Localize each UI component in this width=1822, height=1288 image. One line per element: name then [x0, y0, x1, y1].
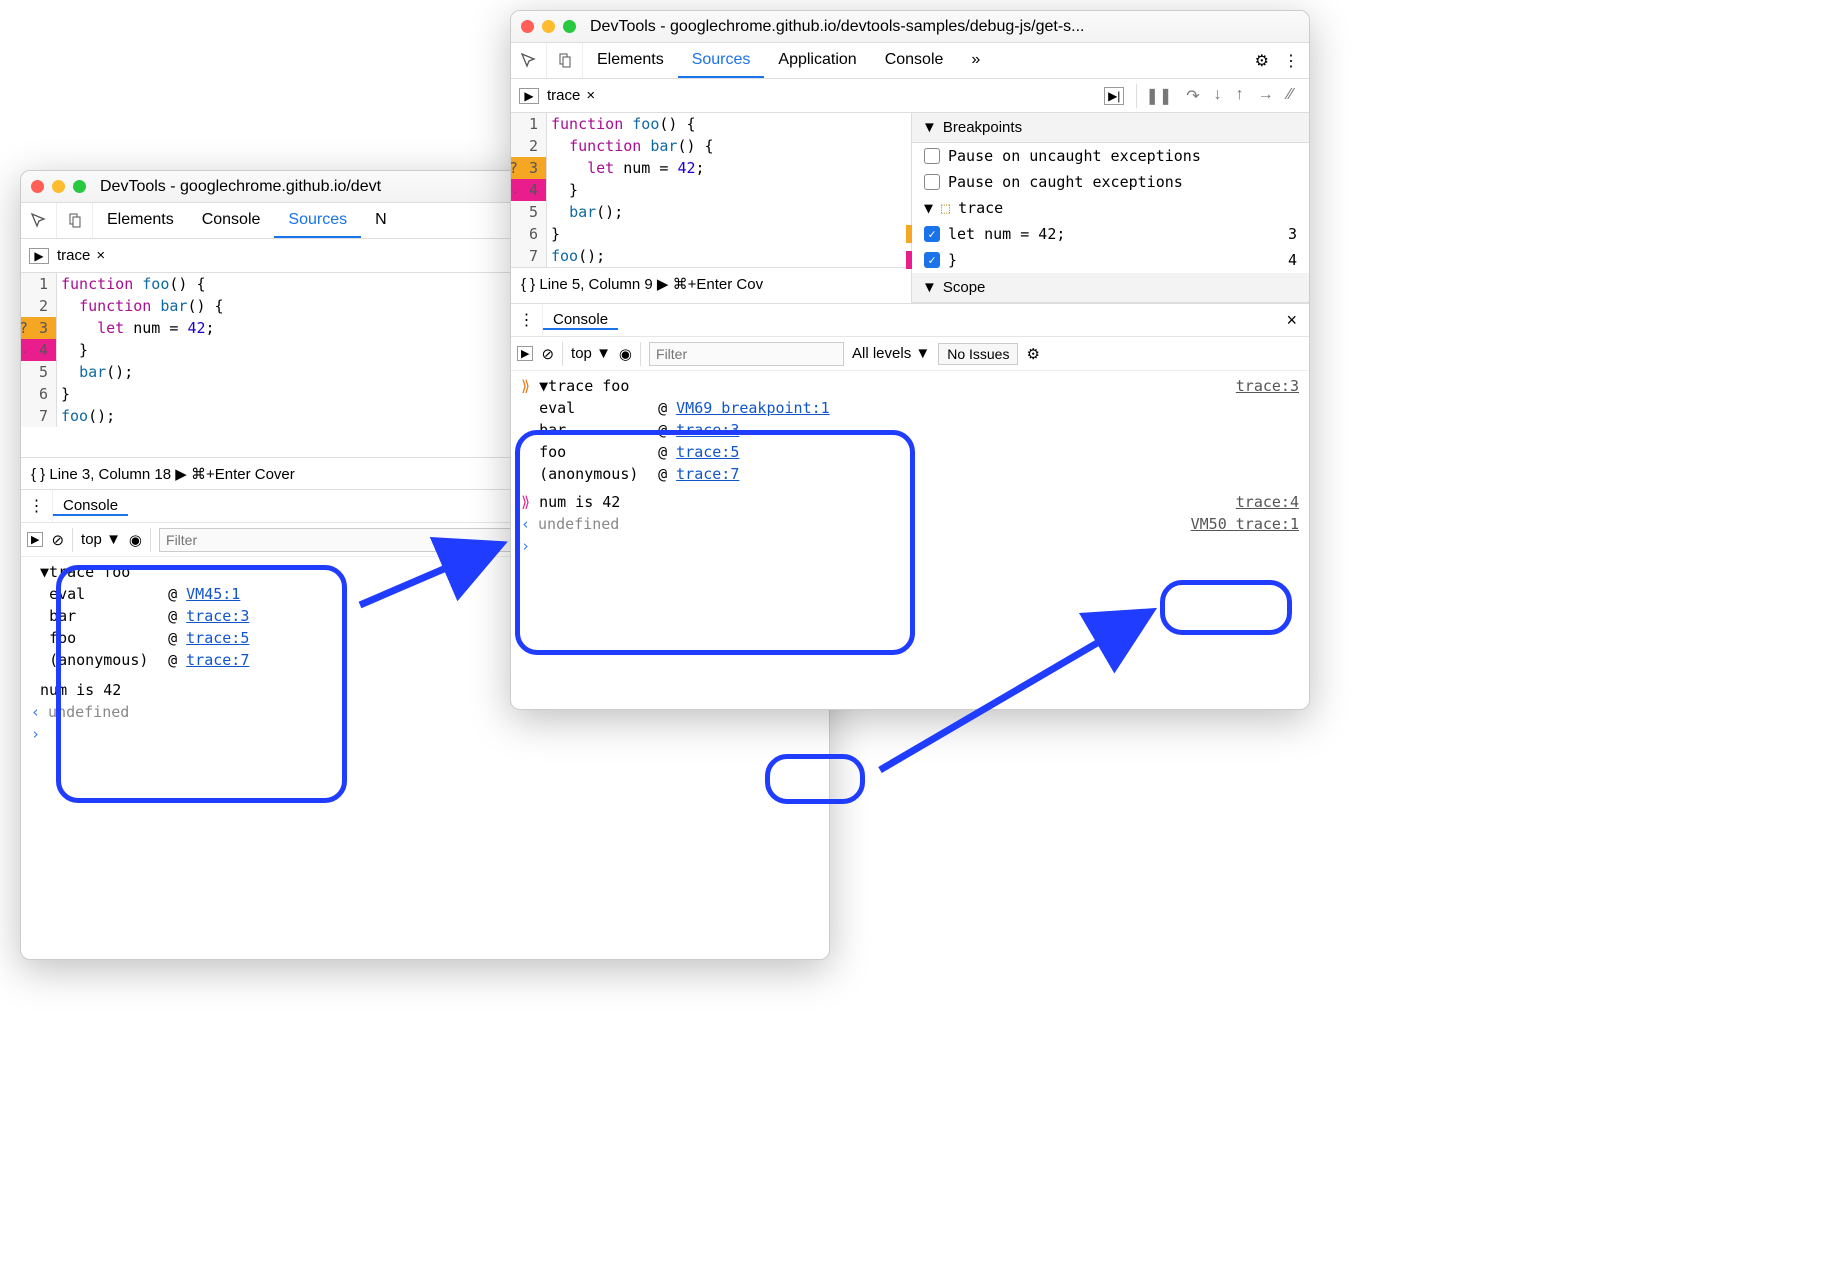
- console-prompt[interactable]: ›: [521, 535, 1299, 557]
- step-icon[interactable]: →: [1258, 86, 1274, 106]
- tab-elements[interactable]: Elements: [583, 43, 678, 78]
- tab-console[interactable]: Console: [188, 203, 275, 238]
- more-tabs[interactable]: »: [957, 43, 994, 78]
- device-icon[interactable]: [547, 43, 583, 78]
- device-icon[interactable]: [57, 203, 93, 238]
- close-drawer-icon[interactable]: ×: [1286, 310, 1309, 331]
- link[interactable]: VM69 breakpoint:1: [676, 399, 830, 417]
- window-title: DevTools - googlechrome.github.io/devt: [100, 178, 381, 196]
- inspect-icon[interactable]: [511, 43, 547, 78]
- code-editor[interactable]: function foo() { function bar() { let nu…: [547, 113, 718, 267]
- kebab-icon[interactable]: ⋮: [1283, 51, 1299, 71]
- context-selector[interactable]: top ▼: [571, 345, 611, 362]
- link[interactable]: trace:5: [186, 629, 249, 647]
- step-out-icon[interactable]: ↑: [1236, 86, 1244, 106]
- breakpoints-header[interactable]: ▼ Breakpoints: [912, 113, 1309, 143]
- deactivate-bp-icon[interactable]: ⁄⁄: [1288, 86, 1293, 106]
- step-into-icon[interactable]: ↓: [1214, 86, 1222, 106]
- sidebar-toggle-icon[interactable]: ▶: [27, 532, 43, 547]
- link[interactable]: trace:7: [186, 651, 249, 669]
- window-title: DevTools - googlechrome.github.io/devtoo…: [590, 18, 1084, 36]
- gear-icon[interactable]: ⚙: [1255, 51, 1269, 71]
- close-icon[interactable]: [31, 180, 44, 193]
- context-selector[interactable]: top ▼: [81, 531, 121, 548]
- link[interactable]: trace:3: [676, 421, 739, 439]
- close-icon[interactable]: [521, 20, 534, 33]
- link[interactable]: VM45:1: [186, 585, 240, 603]
- console-trace-header[interactable]: ⟫ ▼trace footrace:3: [521, 375, 1299, 397]
- tab-elements[interactable]: Elements: [93, 203, 188, 238]
- step-over-icon[interactable]: ↷: [1186, 86, 1199, 106]
- tab-more[interactable]: N: [361, 203, 401, 238]
- drawer-console-tab[interactable]: Console: [543, 311, 618, 330]
- code-editor[interactable]: function foo() { function bar() { let nu…: [57, 273, 228, 427]
- drawer-menu-icon[interactable]: ⋮: [511, 304, 543, 336]
- show-nav-icon[interactable]: ▶: [519, 88, 539, 104]
- show-nav-icon[interactable]: ▶: [29, 248, 49, 264]
- source-link[interactable]: trace:3: [1236, 377, 1299, 395]
- levels-selector[interactable]: All levels ▼: [852, 345, 930, 362]
- issues-button[interactable]: No Issues: [938, 343, 1018, 365]
- link[interactable]: trace:5: [676, 443, 739, 461]
- console-log: ⟫ num is 42trace:4: [521, 491, 1299, 513]
- checkbox-caught[interactable]: [924, 174, 940, 190]
- checkbox-uncaught[interactable]: [924, 148, 940, 164]
- pause-icon[interactable]: ❚❚: [1145, 86, 1172, 106]
- drawer-menu-icon[interactable]: ⋮: [21, 490, 53, 522]
- link[interactable]: trace:3: [186, 607, 249, 625]
- gear-icon[interactable]: ⚙: [1026, 345, 1039, 363]
- checkbox-bp1[interactable]: ✓: [924, 226, 940, 242]
- source-link[interactable]: trace:4: [1236, 493, 1299, 511]
- live-expr-icon[interactable]: ◉: [619, 345, 632, 363]
- console-prompt[interactable]: ›: [31, 723, 819, 745]
- close-tab-icon[interactable]: ×: [586, 87, 595, 104]
- tab-sources[interactable]: Sources: [274, 203, 361, 238]
- close-tab-icon[interactable]: ×: [96, 247, 105, 264]
- clear-console-icon[interactable]: ⊘: [51, 531, 64, 549]
- maximize-icon[interactable]: [563, 20, 576, 33]
- tab-application[interactable]: Application: [764, 43, 870, 78]
- file-tab-trace[interactable]: trace×: [57, 247, 105, 264]
- live-expr-icon[interactable]: ◉: [129, 531, 142, 549]
- checkbox-bp2[interactable]: ✓: [924, 252, 940, 268]
- run-snippet-icon[interactable]: ▶|: [1104, 87, 1124, 105]
- inspect-icon[interactable]: [21, 203, 57, 238]
- filter-input[interactable]: [649, 342, 844, 366]
- sidebar-toggle-icon[interactable]: ▶: [517, 346, 533, 361]
- tab-console[interactable]: Console: [871, 43, 958, 78]
- minimize-icon[interactable]: [52, 180, 65, 193]
- clear-console-icon[interactable]: ⊘: [541, 345, 554, 363]
- minimize-icon[interactable]: [542, 20, 555, 33]
- link[interactable]: trace:7: [676, 465, 739, 483]
- drawer-console-tab[interactable]: Console: [53, 497, 128, 516]
- editor-status: { } Line 5, Column 9 ▶ ⌘+Enter Cov: [511, 267, 911, 299]
- file-tab-trace[interactable]: trace×: [547, 87, 595, 104]
- source-link[interactable]: VM50 trace:1: [1191, 515, 1299, 533]
- tab-sources[interactable]: Sources: [678, 43, 765, 78]
- maximize-icon[interactable]: [73, 180, 86, 193]
- scope-header[interactable]: ▼ Scope: [912, 273, 1309, 303]
